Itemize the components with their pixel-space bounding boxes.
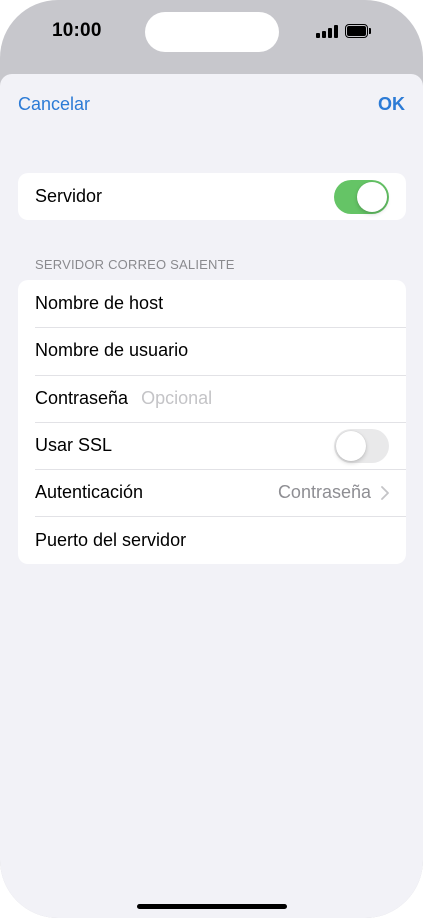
battery-icon [345,24,371,38]
port-row[interactable]: Puerto del servidor [18,516,406,563]
user-row[interactable]: Nombre de usuario [18,327,406,374]
password-row[interactable]: Contraseña Opcional [18,374,406,422]
server-toggle[interactable] [334,179,389,214]
ok-button[interactable]: OK [378,94,405,115]
cancel-button[interactable]: Cancelar [18,94,90,115]
home-indicator [137,904,287,909]
phone-frame: 10:00 Cancelar OK Servidor SERVIDOR CORR… [0,0,423,918]
user-label: Nombre de usuario [35,340,189,361]
section-header: SERVIDOR CORREO SALIENTE [35,257,235,272]
host-label: Nombre de host [35,293,164,314]
dynamic-island [145,12,279,52]
authentication-label: Autenticación [35,482,144,503]
ssl-toggle[interactable] [334,428,389,463]
server-row: Servidor [18,173,406,220]
password-field[interactable]: Opcional [141,388,212,409]
password-label: Contraseña [35,387,129,408]
settings-sheet: Cancelar OK Servidor SERVIDOR CORREO SAL… [0,74,423,918]
port-label: Puerto del servidor [35,529,187,550]
host-row[interactable]: Nombre de host [18,280,406,327]
cellular-signal-icon [316,25,338,38]
chevron-right-icon [381,485,389,500]
ssl-row: Usar SSL [18,421,406,469]
authentication-value: Contraseña [277,482,371,503]
status-bar: 10:00 [0,0,423,74]
toggle-knob [336,430,366,461]
server-label: Servidor [35,186,103,206]
status-time: 10:00 [52,20,102,41]
authentication-row[interactable]: Autenticación Contraseña [18,469,406,516]
server-group: Servidor [18,173,406,220]
ssl-label: Usar SSL [35,435,113,456]
toggle-knob [357,181,387,212]
outgoing-server-group: Nombre de host Nombre de usuario Contras… [18,280,406,564]
